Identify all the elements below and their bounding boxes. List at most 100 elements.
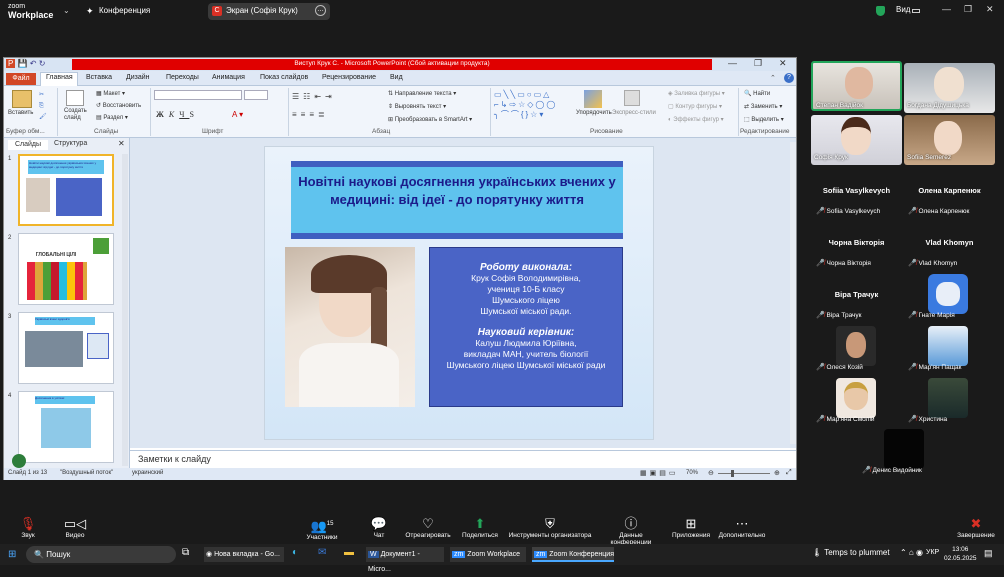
paste-icon[interactable] [12,90,32,108]
font-size-select[interactable] [244,90,268,100]
view-buttons[interactable]: ▦▣▤▭ [640,469,678,477]
video-tile[interactable]: Богдана Дідушицька [904,63,995,113]
notifications-icon[interactable]: ▤ [984,548,993,559]
chevron-down-icon[interactable]: ⌄ [63,6,70,15]
video-button[interactable]: ▭◁ Видео [60,516,90,539]
paste-button[interactable]: Вставить [8,110,33,116]
slide-thumb-1[interactable]: Новітні наукові досягнення українських в… [18,154,114,226]
fit-slide-icon[interactable]: ⤢ [786,469,792,477]
more-options-icon[interactable]: … [315,5,326,16]
select-button[interactable]: ⬚ Выделить ▾ [744,116,784,123]
arrange-icon[interactable] [584,90,602,108]
video-tile[interactable]: Sofiia Semerez [904,115,995,165]
clock[interactable]: 13:06 02.05.2025 [944,545,977,563]
zoom-slider-thumb[interactable] [731,470,734,477]
tab-file[interactable]: Файл [6,73,36,85]
new-slide-icon[interactable] [66,90,84,106]
restore-icon[interactable]: ❐ [964,4,972,15]
share-button[interactable]: ⬆ Поделиться [462,516,498,539]
slide-photo[interactable] [285,247,415,407]
slide-thumb-3[interactable]: Українські вчені здоров'я [18,312,114,384]
tab-view[interactable]: Вид [390,74,403,81]
react-button[interactable]: ♡ Отреагировать [404,516,452,539]
tab-slideshow[interactable]: Показ слайдов [260,74,308,81]
taskbar-word[interactable]: W Документ1 - Micro... [366,547,444,573]
author-info-box[interactable]: Роботу виконала: Крук Софія Володимирівн… [429,247,623,407]
ribbon-minimize-icon[interactable]: ⌃ [770,74,776,82]
redo-icon[interactable]: ↻ [39,59,46,68]
conference-label[interactable]: Конференция [99,6,150,15]
tray-icons[interactable]: ⌃ ⌂ ◉ [900,548,923,557]
pane-close-icon[interactable]: ✕ [118,139,125,148]
video-tile[interactable]: Софія Крук [811,115,902,165]
shape-effects-button[interactable]: ◐ Эффекты фигур ▾ [668,116,724,123]
slide-title[interactable]: Новітні наукові досягнення українських в… [291,161,623,239]
outlook-icon[interactable]: ✉ [318,547,326,558]
folder-icon[interactable]: ▬ [344,547,354,558]
zoom-slider[interactable] [718,473,770,474]
edge-icon[interactable]: ◐ [292,547,298,558]
zoom-out-icon[interactable]: ⊖ [708,469,714,477]
chat-button[interactable]: 💬 Чат [368,516,390,539]
align-buttons[interactable]: ≡≡≡≣ [292,110,329,119]
minimize-icon[interactable]: — [942,4,951,14]
shapes-gallery[interactable]: ▭╲╲▭○▭△ ⌐↳⇨☆◇◯◯ ╮⌒⌒{}☆▾ [494,90,574,120]
tab-transitions[interactable]: Переходы [166,74,199,81]
section-button[interactable]: ▤ Раздел ▾ [96,114,128,121]
clipboard-small-icons[interactable]: ✂ ⎘ 🖌 [39,90,47,123]
tab-slides[interactable]: Слайды [8,140,48,150]
quick-styles-button[interactable]: Экспресс-стили [612,110,656,116]
task-view-icon[interactable]: ⧉ [182,547,189,558]
security-shield-icon[interactable] [876,6,885,16]
tab-insert[interactable]: Вставка [86,74,112,81]
windows-start-icon[interactable]: ⊞ [8,549,16,560]
apps-button[interactable]: ⊞ Приложения [670,516,712,539]
ppt-restore-icon[interactable]: ❐ [754,58,762,69]
font-name-select[interactable] [154,90,242,100]
zoom-in-icon[interactable]: ⊕ [774,469,780,477]
language-indicator[interactable]: УКР [926,549,939,556]
screen-share-pill[interactable]: С Экран (Софія Крук) … [208,3,330,20]
save-icon[interactable]: 💾 [18,59,28,68]
meeting-info-button[interactable]: ⓘ Данные конференции [598,516,664,546]
quick-access-toolbar[interactable]: P 💾 ↶ ↻ [6,59,45,68]
align-text-button[interactable]: ⇕ Выровнять текст ▾ [388,103,446,110]
new-slide-button[interactable]: Создать слайд [64,108,92,122]
font-color-icon[interactable]: A ▾ [232,110,243,119]
video-tile[interactable]: Степан Вадійок [811,61,902,111]
search-box[interactable]: 🔍 Пошук [26,546,176,563]
zoom-level[interactable]: 70% [686,470,698,476]
undo-icon[interactable]: ↶ [30,59,37,68]
font-format-buttons[interactable]: ЖКЧS [156,110,199,119]
text-direction-button[interactable]: ⇅ Направление текста ▾ [388,90,456,97]
smartart-button[interactable]: ⊞ Преобразовать в SmartArt ▾ [388,116,472,123]
tab-animation[interactable]: Анимация [212,74,245,81]
find-button[interactable]: 🔍 Найти [744,90,770,97]
language-indicator[interactable]: украинский [132,470,163,476]
shape-fill-button[interactable]: ◈ Заливка фигуры ▾ [668,90,725,97]
taskbar-zoom-meeting[interactable]: zm Zoom Конференция [532,547,614,562]
slide-vertical-scrollbar[interactable] [790,142,796,444]
replace-button[interactable]: ⇄ Заменить ▾ [744,103,782,110]
taskbar-chrome[interactable]: ◉ Нова вкладка - Go... [204,547,284,562]
slide-notes[interactable]: Заметки к слайду [130,450,796,466]
ppt-minimize-icon[interactable]: — [728,58,737,68]
view-button[interactable]: Вид [896,5,910,14]
arrange-button[interactable]: Упорядочить [576,110,612,117]
quick-styles-icon[interactable] [624,90,640,106]
layout-button[interactable]: ▦ Макет ▾ [96,90,125,97]
current-slide[interactable]: Новітні наукові досягнення українських в… [264,146,654,440]
weather-widget[interactable]: 🌡 Temps to plummet [812,548,890,557]
close-icon[interactable]: ✕ [986,4,994,15]
reset-button[interactable]: ↺ Восстановить [96,102,141,109]
tab-outline[interactable]: Структура [54,140,87,147]
participants-button[interactable]: 👥15 Участники [302,516,342,541]
view-grid-icon[interactable] [912,9,920,13]
slide-thumb-2[interactable]: ГЛОБАЛЬНІ ЦІЛІ [18,233,114,305]
help-icon[interactable]: ? [784,73,794,83]
more-button[interactable]: ⋯ Дополнительно [716,516,768,539]
end-button[interactable]: ✖ Завершение [956,516,996,539]
taskbar-zoom-workplace[interactable]: zm Zoom Workplace [450,547,526,562]
tab-review[interactable]: Рецензирование [322,74,376,81]
host-tools-button[interactable]: ⛨ Инструменты организатора [508,516,592,539]
